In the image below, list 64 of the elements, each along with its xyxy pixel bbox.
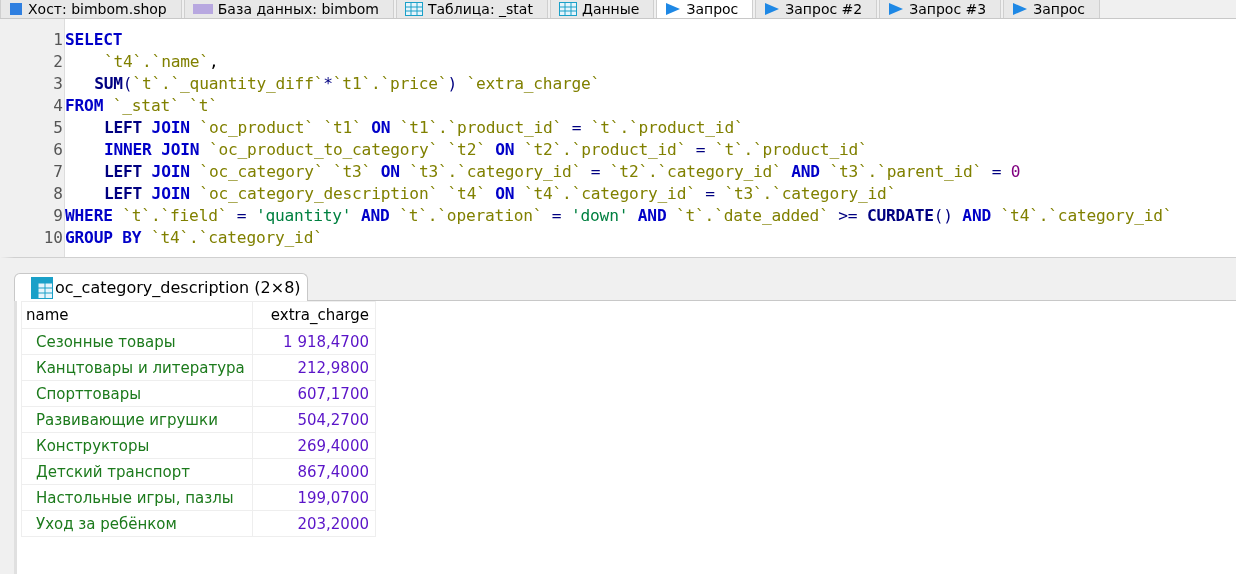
table-cell: Настольные игры, пазлы — [21, 484, 253, 511]
table-cell: Уход за ребёнком — [21, 510, 253, 537]
line-number: 4 — [53, 95, 64, 117]
tab[interactable]: Запрос #3 — [879, 0, 1002, 18]
tab[interactable]: Запрос #2 — [755, 0, 878, 18]
table-cell: Развивающие игрушки — [21, 406, 253, 433]
tab[interactable]: Хост: bimbom.shop — [0, 0, 182, 18]
code-line: INNER JOIN `oc_product_to_category` `t2` ON `t2`.`product_id` = `t`.`product_id` — [102, 139, 869, 161]
table-icon — [31, 276, 53, 299]
line-number: 1 — [53, 29, 64, 51]
tab-label: Таблица: _stat — [428, 0, 533, 18]
tab-label: Запрос — [1033, 0, 1086, 18]
table-icon — [405, 2, 423, 16]
table-cell: Спорттовары — [21, 380, 253, 407]
tab-label: Запрос — [686, 0, 739, 18]
table-cell: 199,0700 — [252, 484, 376, 511]
tab-label: Запрос #2 — [785, 0, 863, 18]
tab-label: oc_category_description (2×8) — [55, 278, 301, 297]
table-cell: Детский транспорт — [21, 458, 253, 485]
line-number: 8 — [53, 183, 64, 205]
table-cell: Канцтовары и литература — [21, 354, 253, 381]
table-cell: 867,4000 — [252, 458, 376, 485]
tab-label: Данные — [581, 0, 640, 18]
code-line: WHERE `t`.`field` = 'quantity' AND `t`.`operation` = 'down' AND `t`.`date_added` >= CURDATE() AND `t4`.`category_id` — [65, 205, 1174, 227]
code-line: `t4`.`name`, — [102, 51, 220, 73]
code-line: LEFT JOIN `oc_product` `t1` ON `t1`.`product_id` = `t`.`product_id` — [102, 117, 745, 139]
play-icon — [888, 2, 905, 16]
table-cell: 504,2700 — [252, 406, 376, 433]
table-icon — [558, 2, 577, 16]
code-line: LEFT JOIN `oc_category_description` `t4` ON `t4`.`category_id` = `t3`.`category_id` — [102, 183, 898, 205]
line-number: 5 — [53, 117, 64, 139]
tab[interactable]: Запрос — [656, 0, 754, 18]
line-number: 10 — [43, 227, 64, 249]
tab[interactable]: Таблица: _stat — [396, 0, 548, 18]
column-header[interactable]: name — [21, 301, 253, 329]
table-cell: 1 918,4700 — [252, 328, 376, 355]
line-number: 2 — [53, 51, 64, 73]
sql-editor[interactable] — [0, 19, 1236, 258]
code-line: FROM `_stat` `t` — [65, 95, 219, 117]
table-cell: 607,1700 — [252, 380, 376, 407]
tab[interactable]: Запрос — [1003, 0, 1101, 18]
play-icon — [665, 2, 682, 16]
line-number: 7 — [53, 161, 64, 183]
tab-label: Хост: bimbom.shop — [28, 0, 167, 18]
table-cell: 212,9800 — [252, 354, 376, 381]
tab[interactable]: База данных: bimbom — [183, 0, 394, 18]
column-header[interactable]: extra_charge — [252, 301, 376, 329]
tab-label: Запрос #3 — [909, 0, 987, 18]
table-cell: 269,4000 — [252, 432, 376, 459]
line-number: 9 — [53, 205, 64, 227]
code-line: SUM(`t`.`_quantity_diff`*`t1`.`price`) `extra_charge` — [93, 73, 602, 95]
line-number: 3 — [53, 73, 64, 95]
code-line: GROUP BY `t4`.`category_id` — [65, 227, 324, 249]
line-number: 6 — [53, 139, 64, 161]
play-icon — [764, 2, 781, 16]
result-tab[interactable]: oc_category_description (2×8) — [14, 273, 308, 301]
tab-label: База данных: bimbom — [217, 0, 379, 18]
play-icon — [1012, 2, 1029, 16]
tab[interactable]: Данные — [549, 0, 655, 18]
table-cell: Конструкторы — [21, 432, 253, 459]
code-line: SELECT — [65, 29, 124, 51]
table-cell: Сезонные товары — [21, 328, 253, 355]
code-line: LEFT JOIN `oc_category` `t3` ON `t3`.`category_id` = `t2`.`category_id` AND `t3`.`parent_id` = 0 — [102, 161, 1022, 183]
table-cell: 203,2000 — [252, 510, 376, 537]
